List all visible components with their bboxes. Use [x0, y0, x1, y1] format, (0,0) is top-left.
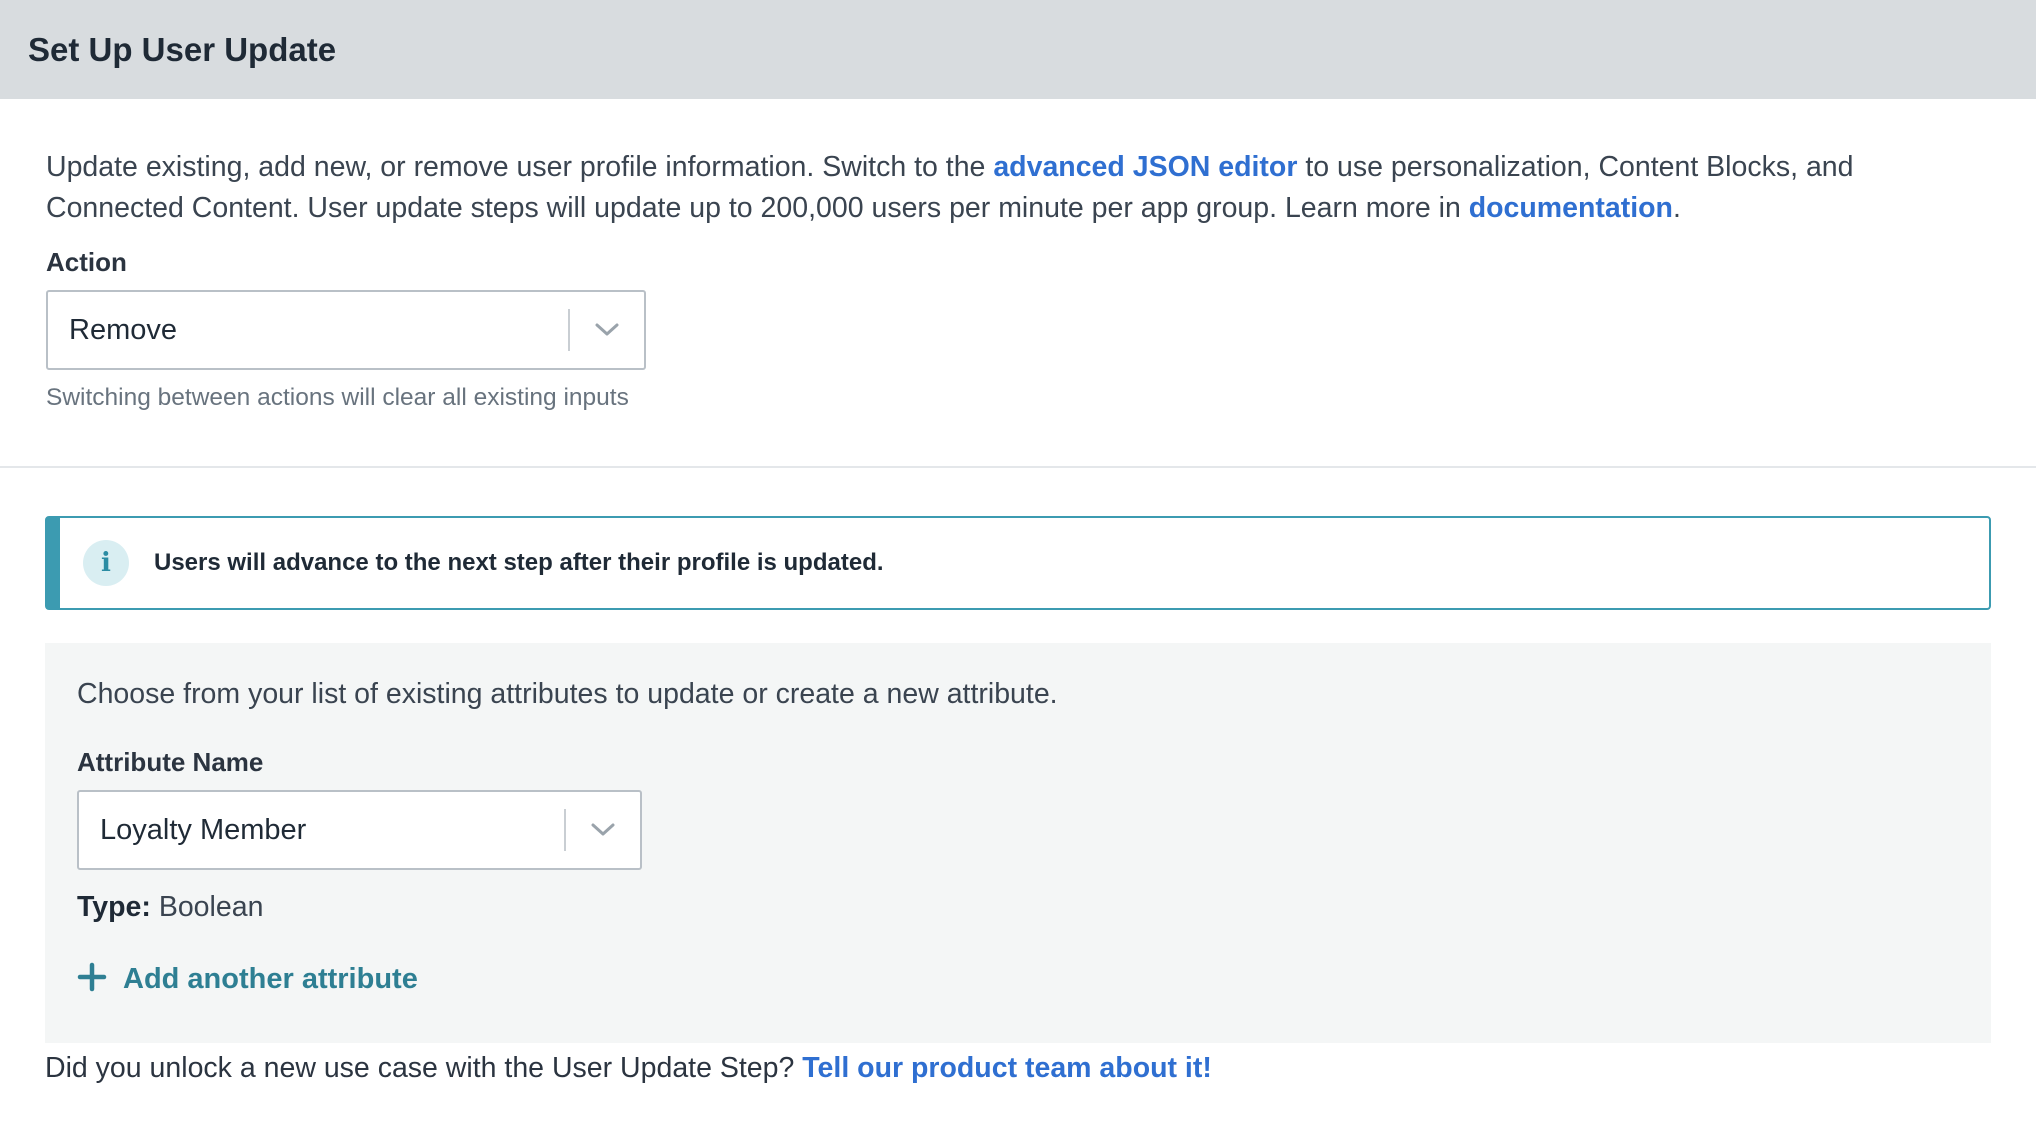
action-section: Update existing, add new, or remove user…: [0, 99, 2036, 468]
action-select[interactable]: Remove: [46, 290, 646, 370]
intro-paragraph: Update existing, add new, or remove user…: [46, 147, 1990, 229]
attribute-name-select[interactable]: Loyalty Member: [77, 790, 642, 870]
intro-text-4: .: [1672, 192, 1681, 224]
page-header: Set Up User Update: [0, 0, 2036, 99]
attribute-type: Type: Boolean: [77, 891, 1959, 924]
attribute-select-value: Loyalty Member: [100, 813, 307, 846]
add-another-attribute-label: Add another attribute: [123, 963, 418, 995]
advanced-json-editor-link[interactable]: advanced JSON editor: [993, 151, 1297, 183]
intro-text-3: Connected Content. User update steps wil…: [46, 192, 1469, 224]
feedback-link[interactable]: Tell our product team about it!: [802, 1052, 1212, 1084]
add-another-attribute-button[interactable]: Add another attribute: [77, 962, 418, 997]
action-select-value: Remove: [69, 313, 177, 346]
chevron-down-icon[interactable]: [570, 322, 644, 338]
attribute-description: Choose from your list of existing attrib…: [77, 678, 1058, 710]
plus-icon: [77, 962, 107, 997]
attribute-panel: Choose from your list of existing attrib…: [45, 643, 1991, 1043]
info-icon: i: [83, 540, 129, 586]
type-value: Boolean: [150, 891, 264, 923]
documentation-link[interactable]: documentation: [1469, 192, 1673, 224]
type-key: Type:: [77, 891, 151, 923]
feedback-line: Did you unlock a new use case with the U…: [45, 1052, 1990, 1085]
action-helper-text: Switching between actions will clear all…: [46, 384, 629, 411]
intro-text-1: Update existing, add new, or remove user…: [46, 151, 994, 183]
feedback-text: Did you unlock a new use case with the U…: [45, 1052, 803, 1084]
intro-text-2: to use personalization, Content Blocks, …: [1297, 151, 1854, 183]
info-banner-text: Users will advance to the next step afte…: [154, 549, 884, 576]
attributes-section: i Users will advance to the next step af…: [0, 468, 2036, 1085]
action-label: Action: [46, 247, 127, 277]
info-banner: i Users will advance to the next step af…: [45, 516, 1991, 610]
page-title: Set Up User Update: [28, 30, 337, 68]
chevron-down-icon[interactable]: [566, 822, 640, 838]
attribute-name-label: Attribute Name: [77, 747, 264, 777]
